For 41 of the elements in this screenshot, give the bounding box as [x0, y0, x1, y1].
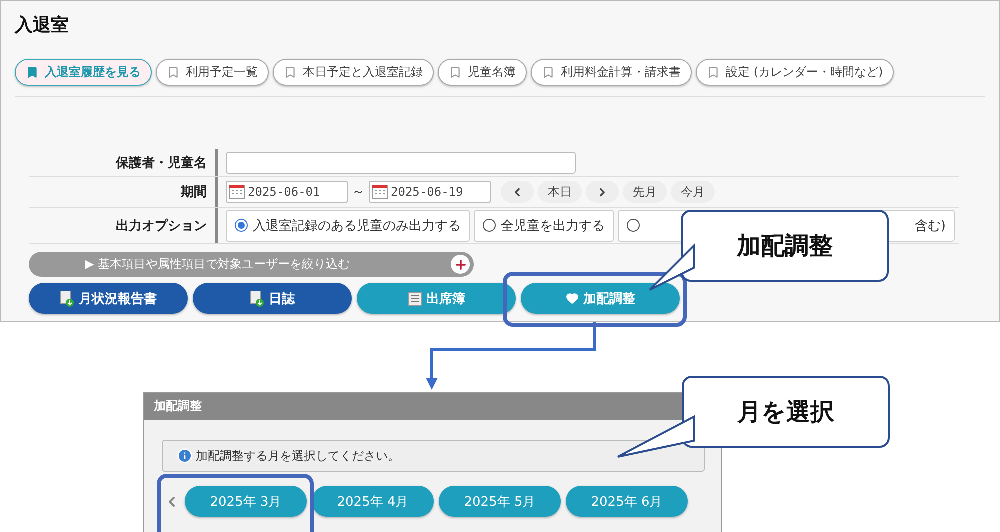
period-button[interactable]: 本日: [538, 181, 582, 203]
info-icon: [177, 448, 193, 464]
action-button[interactable]: 日誌: [193, 283, 352, 314]
calendar-icon: [372, 185, 388, 199]
add-button[interactable]: [451, 255, 470, 274]
period-button[interactable]: 今月: [671, 181, 715, 203]
date-field[interactable]: 2025-06-01: [226, 181, 348, 203]
field-label: 期間: [29, 177, 218, 207]
next-button[interactable]: [586, 181, 619, 203]
bookmark-icon: [167, 66, 180, 79]
previous-button[interactable]: [501, 181, 534, 203]
calendar-icon: [229, 185, 245, 199]
bookmark-icon: [26, 66, 39, 79]
tab[interactable]: 設定 (カレンダー・時間など): [696, 59, 894, 86]
action-button[interactable]: 月状況報告書: [29, 283, 188, 314]
document-download-icon: [60, 290, 74, 306]
name-input[interactable]: [226, 152, 576, 174]
page-title: 入退室: [15, 14, 70, 37]
ledger-icon: [408, 292, 422, 306]
tab[interactable]: 利用料金計算・請求書: [531, 59, 692, 86]
filter-text: ▶ 基本項目や属性項目で対象ユーザーを絞り込む: [85, 256, 350, 273]
range-separator: ～: [352, 184, 365, 201]
tab[interactable]: 本日予定と入退室記録: [273, 59, 434, 86]
callout-tooltip: 月を選択: [682, 376, 890, 448]
tab[interactable]: 利用予定一覧: [156, 59, 269, 86]
radio-option[interactable]: 入退室記録のある児童のみ出力する: [226, 210, 470, 242]
period-button[interactable]: 先月: [623, 181, 667, 203]
date-field[interactable]: 2025-06-19: [369, 181, 491, 203]
bookmark-icon: [707, 66, 720, 79]
bookmark-icon: [284, 66, 297, 79]
radio-option[interactable]: 全児童を出力する: [474, 210, 614, 242]
plus-icon: [454, 258, 468, 272]
heart-icon: [566, 292, 578, 305]
bookmark-icon: [542, 66, 555, 79]
message-text: 加配調整する月を選択してください。: [196, 448, 400, 464]
document-download-icon: [250, 290, 264, 306]
field-label: 出力オプション: [29, 208, 218, 243]
callout-tail: [648, 244, 698, 292]
field-label: 保護者・児童名: [29, 149, 218, 176]
bookmark-icon: [449, 66, 462, 79]
tab[interactable]: 児童名簿: [438, 59, 527, 86]
